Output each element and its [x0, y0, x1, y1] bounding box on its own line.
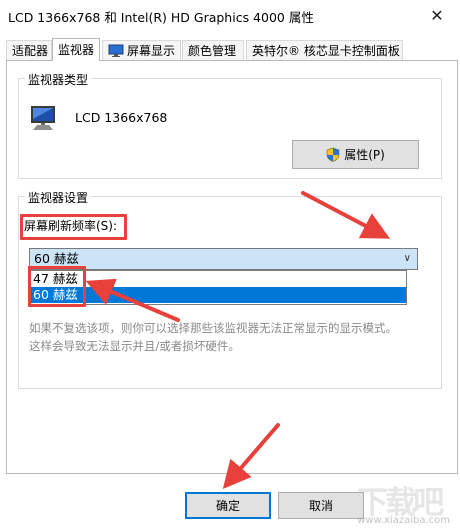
monitor-type-group: 监视器类型 LCD 1366x768 属性(P) [18, 71, 442, 179]
chevron-down-icon[interactable]: ∨ [404, 249, 411, 269]
tab-screen-display[interactable]: 屏幕显示 [102, 40, 181, 60]
ok-button-label: 确定 [215, 499, 240, 513]
annotation-box-refresh-label [20, 214, 127, 240]
hint-line: 如果不复选该项，则你可以选择那些该监视器无法正常显示的显示模式。 [29, 321, 397, 335]
tab-label: 屏幕显示 [126, 43, 175, 58]
watermark: 下载吧 www.xiazaiba.com [357, 487, 450, 526]
properties-button[interactable]: 属性(P) [292, 140, 419, 169]
properties-button-label: 属性(P) [344, 148, 385, 162]
tab-intel-control-panel[interactable]: 英特尔® 核芯显卡控制面板 [246, 40, 403, 60]
ok-button[interactable]: 确定 [185, 492, 271, 519]
dropdown-option-47hz[interactable]: 47 赫兹 [30, 271, 406, 287]
monitor-name: LCD 1366x768 [75, 110, 168, 125]
monitor-type-legend: 监视器类型 [25, 71, 92, 88]
hint-line: 这样会导致无法显示并且/或者损坏硬件。 [29, 339, 240, 353]
watermark-url: www.xiazaiba.com [357, 515, 450, 526]
dropdown-option-60hz[interactable]: 60 赫兹 [30, 287, 406, 303]
display-icon [108, 44, 124, 57]
monitor-icon [31, 106, 55, 130]
cancel-button[interactable]: 取消 [278, 492, 364, 519]
tab-label: 英特尔® 核芯显卡控制面板 [252, 43, 400, 58]
refresh-rate-value: 60 赫兹 [34, 251, 79, 266]
tab-color-management[interactable]: 颜色管理 [182, 40, 244, 60]
tab-label: 适配器 [12, 43, 49, 58]
monitor-settings-legend: 监视器设置 [25, 189, 92, 206]
tab-monitor[interactable]: 监视器 [52, 38, 100, 61]
close-icon[interactable]: ✕ [414, 0, 460, 31]
window-title: LCD 1366x768 和 Intel(R) HD Graphics 4000… [8, 10, 314, 25]
uac-shield-icon [326, 147, 340, 162]
tab-adapter[interactable]: 适配器 [6, 40, 52, 60]
cancel-button-label: 取消 [308, 499, 333, 513]
title-bar: LCD 1366x768 和 Intel(R) HD Graphics 4000… [0, 0, 460, 31]
tab-label: 监视器 [58, 43, 95, 57]
tab-label: 颜色管理 [188, 43, 237, 58]
annotation-box-dropdown-options [28, 266, 86, 307]
warning-hint: 如果不复选该项，则你可以选择那些该监视器无法正常显示的显示模式。 这样会导致无法… [29, 319, 424, 355]
refresh-rate-select[interactable]: 60 赫兹 ∨ [29, 248, 418, 270]
